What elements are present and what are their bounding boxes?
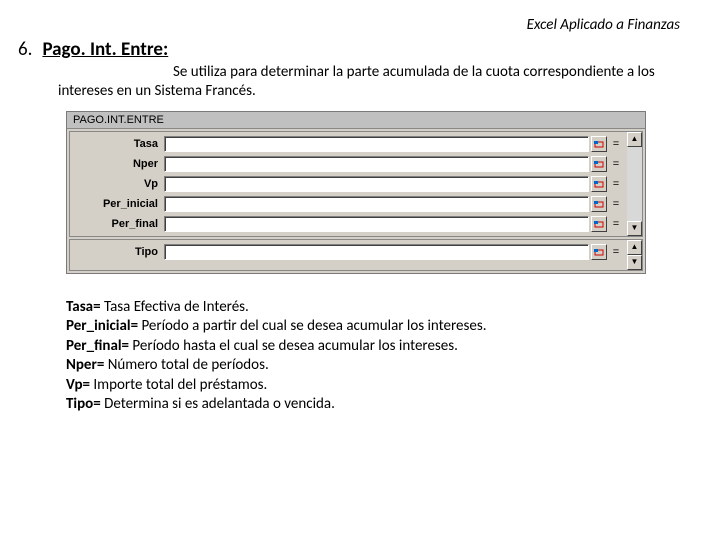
refedit-icon[interactable] — [591, 176, 607, 192]
input-per-inicial[interactable] — [164, 196, 589, 212]
input-nper[interactable] — [164, 156, 589, 172]
def-per-final: Per_final= Período hasta el cual se dese… — [66, 337, 692, 357]
input-tasa[interactable] — [164, 136, 589, 152]
field-per-inicial: Per_inicial = — [72, 194, 625, 214]
refedit-icon[interactable] — [591, 156, 607, 172]
scrollbar[interactable]: ▲ ▼ — [627, 132, 642, 236]
scroll-down-icon[interactable]: ▼ — [627, 221, 642, 236]
refedit-icon[interactable] — [591, 216, 607, 232]
field-vp: Vp = — [72, 174, 625, 194]
def-tasa: Tasa= Tasa Efectiva de Interés. — [66, 298, 692, 318]
section-title: Pago. Int. Entre: — [42, 38, 168, 61]
scroll-down-icon[interactable]: ▼ — [627, 255, 642, 270]
def-per-inicial: Per_inicial= Período a partir del cual s… — [66, 317, 692, 337]
field-tasa: Tasa = — [72, 134, 625, 154]
section-number: 6. — [18, 38, 32, 61]
section-description: Se utiliza para determinar la parte acum… — [58, 63, 692, 101]
args-panel-2: Tipo = ▲ ▼ — [69, 239, 643, 271]
args-panel-1: Tasa = Nper = Vp = Per_inicial — [69, 131, 643, 237]
refedit-icon[interactable] — [591, 244, 607, 260]
def-nper: Nper= Número total de períodos. — [66, 356, 692, 376]
input-per-final[interactable] — [164, 216, 589, 232]
def-vp: Vp= Importe total del préstamos. — [66, 376, 692, 396]
def-tipo: Tipo= Determina si es adelantada o venci… — [66, 395, 692, 415]
input-tipo[interactable] — [164, 244, 589, 260]
input-vp[interactable] — [164, 176, 589, 192]
function-dialog: PAGO.INT.ENTRE Tasa = Nper = Vp = — [66, 111, 646, 274]
field-tipo: Tipo = — [72, 242, 625, 262]
scrollbar[interactable]: ▲ ▼ — [627, 240, 642, 270]
scroll-up-icon[interactable]: ▲ — [627, 132, 642, 147]
field-per-final: Per_final = — [72, 214, 625, 234]
refedit-icon[interactable] — [591, 196, 607, 212]
refedit-icon[interactable] — [591, 136, 607, 152]
definitions: Tasa= Tasa Efectiva de Interés. Per_inic… — [66, 298, 692, 415]
section-heading: 6. Pago. Int. Entre: — [28, 38, 692, 61]
dialog-title: PAGO.INT.ENTRE — [67, 112, 645, 129]
field-nper: Nper = — [72, 154, 625, 174]
scroll-up-icon[interactable]: ▲ — [627, 240, 642, 255]
page-header: Excel Aplicado a Finanzas — [28, 16, 692, 34]
